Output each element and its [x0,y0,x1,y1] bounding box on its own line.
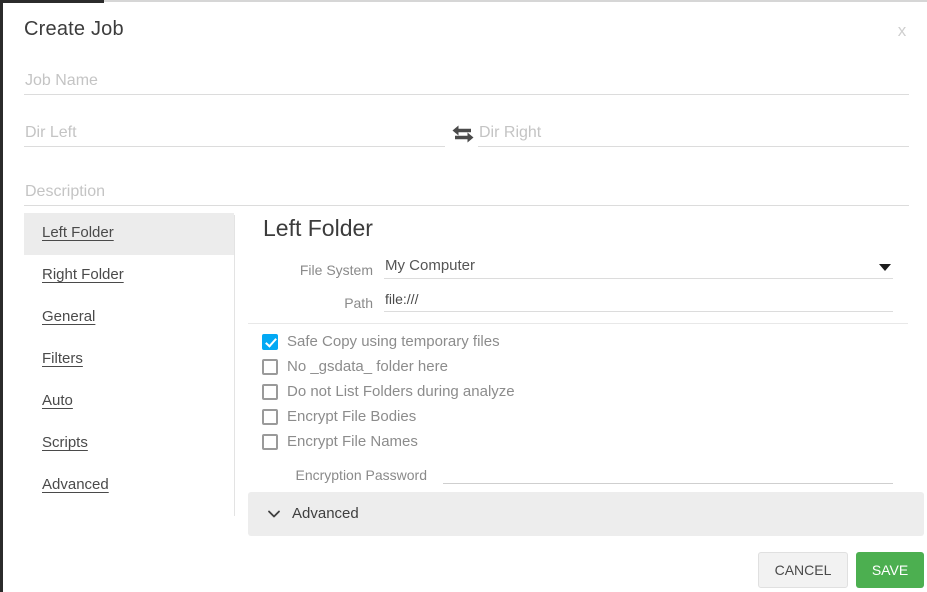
dir-left-input[interactable]: Dir Left [24,121,445,147]
checkbox-safe-copy[interactable]: Safe Copy using temporary files [262,331,682,356]
path-label-wrap: Path [263,288,373,314]
sidebar-item-label: Auto [42,392,73,409]
checkbox-label: Encrypt File Names [287,433,418,450]
sidebar-item-left-folder[interactable]: Left Folder [24,213,234,255]
path-input[interactable]: file:/// [384,286,893,312]
checkbox-label: No _gsdata_ folder here [287,358,448,375]
file-system-label-wrap: File System [263,255,373,281]
checkbox-encrypt-file-bodies[interactable]: Encrypt File Bodies [262,406,682,431]
sidebar-item-filters[interactable]: Filters [24,339,234,381]
sidebar-item-label: Right Folder [42,266,124,283]
page-title: Create Job [24,18,124,40]
sidebar-item-label: Filters [42,350,83,367]
encryption-password-label-wrap: Encryption Password [263,460,427,486]
encryption-password-input[interactable] [443,458,893,484]
sidebar-item-scripts[interactable]: Scripts [24,423,234,465]
description-input[interactable]: Description [24,180,909,206]
file-system-value: My Computer [385,257,476,274]
checkbox-label: Safe Copy using temporary files [287,333,500,350]
create-job-dialog: Create Job x Job Name Dir Left Dir Right… [3,3,927,592]
settings-sidebar: Left Folder Right Folder General Filters… [24,213,234,515]
save-button[interactable]: SAVE [856,552,924,588]
section-divider [248,323,908,324]
dialog-header: Create Job x [3,3,927,55]
window-top-border-light [104,0,927,2]
sidebar-item-label: General [42,308,96,325]
checkbox-encrypt-file-names[interactable]: Encrypt File Names [262,431,682,456]
file-system-select[interactable]: My Computer [384,253,893,279]
chevron-down-icon[interactable] [879,264,891,271]
file-system-label: File System [299,262,373,278]
dir-left-placeholder: Dir Left [25,124,77,141]
sidebar-item-advanced[interactable]: Advanced [24,465,234,507]
checkbox-icon-unchecked[interactable] [262,434,278,450]
description-placeholder: Description [25,183,106,200]
checkbox-icon-unchecked[interactable] [262,384,278,400]
checkbox-label: Do not List Folders during analyze [287,383,515,400]
chevron-down-icon [267,507,281,521]
encryption-password-label: Encryption Password [295,467,427,483]
checkbox-icon-unchecked[interactable] [262,359,278,375]
dir-right-placeholder: Dir Right [479,124,542,141]
options-checkbox-group: Safe Copy using temporary files No _gsda… [262,331,682,456]
panel-title: Left Folder [263,215,373,241]
checkbox-icon-checked[interactable] [262,334,278,350]
checkbox-label: Encrypt File Bodies [287,408,417,425]
job-name-input[interactable]: Job Name [24,69,909,95]
swap-horizontal-icon[interactable] [449,120,477,148]
cancel-button[interactable]: CANCEL [758,552,848,588]
close-icon[interactable]: x [889,18,915,44]
path-value: file:/// [385,291,419,307]
advanced-accordion[interactable]: Advanced [248,492,924,536]
job-name-placeholder: Job Name [25,72,98,89]
checkbox-icon-unchecked[interactable] [262,409,278,425]
sidebar-item-label: Left Folder [42,224,114,241]
advanced-accordion-label: Advanced [292,505,359,522]
checkbox-do-not-list-folders[interactable]: Do not List Folders during analyze [262,381,682,406]
sidebar-item-general[interactable]: General [24,297,234,339]
sidebar-item-label: Advanced [42,476,109,493]
checkbox-no-gsdata-folder[interactable]: No _gsdata_ folder here [262,356,682,381]
sidebar-item-label: Scripts [42,434,88,451]
path-label: Path [344,295,373,311]
sidebar-item-auto[interactable]: Auto [24,381,234,423]
sidebar-divider [234,215,235,516]
sidebar-item-right-folder[interactable]: Right Folder [24,255,234,297]
dir-right-input[interactable]: Dir Right [478,121,909,147]
